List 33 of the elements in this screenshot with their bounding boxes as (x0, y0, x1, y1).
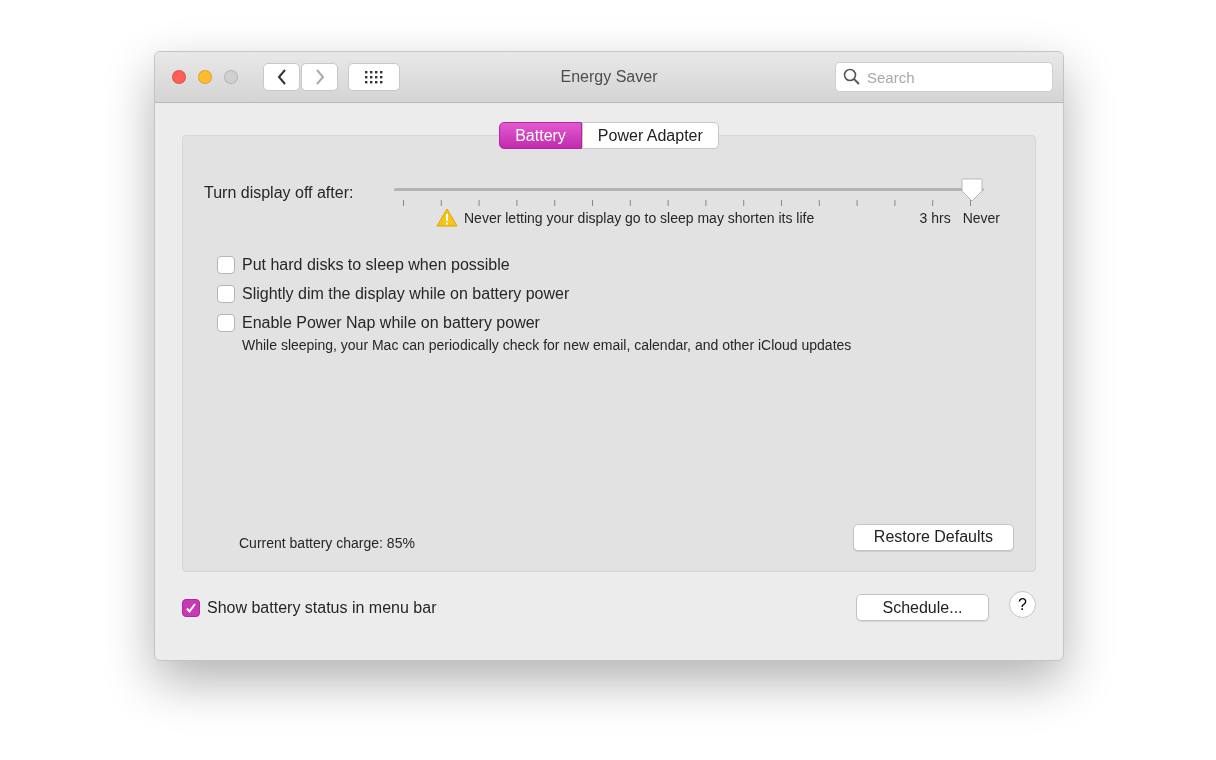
checkbox[interactable] (182, 598, 200, 617)
checkbox-label: Show battery status in menu bar (207, 598, 437, 617)
checkbox-label: Put hard disks to sleep when possible (242, 256, 510, 274)
search-field[interactable]: Search (835, 62, 1053, 92)
tab[interactable]: Battery (499, 122, 582, 149)
warning-icon (436, 208, 458, 227)
window-title: Energy Saver (559, 68, 659, 86)
minimize-button[interactable] (198, 70, 212, 84)
grid-icon (364, 70, 384, 84)
checkmark-icon (185, 601, 197, 614)
warning-text: Never letting your display go to sleep may shorten its life (464, 209, 815, 226)
checkbox-label: Slightly dim the display while on battery power (242, 285, 570, 303)
chevron-left-icon (276, 69, 287, 85)
checkbox[interactable] (217, 314, 235, 332)
checkbox[interactable] (217, 256, 235, 274)
option-note: While sleeping, your Mac can periodically check for new email, calendar, and other iCloud updates (242, 337, 853, 353)
checkbox[interactable] (217, 285, 235, 303)
restore-defaults-button[interactable]: Restore Defaults (852, 523, 1014, 551)
tick-label: 3 hrs (919, 209, 951, 226)
zoom-button[interactable] (224, 70, 238, 84)
slider-label: Turn display off after: (204, 184, 355, 202)
schedule-button[interactable]: Schedule... (856, 594, 989, 621)
back-button[interactable] (263, 63, 300, 91)
slider-thumb[interactable] (961, 178, 983, 202)
checkbox-label: Enable Power Nap while on battery power (242, 314, 540, 332)
search-icon (843, 68, 860, 85)
help-button[interactable]: ? (1009, 591, 1036, 618)
close-button[interactable] (172, 70, 186, 84)
battery-charge-text: Current battery charge: 85% (239, 535, 415, 551)
tick-label: Never (962, 209, 1000, 226)
show-all-button[interactable] (348, 63, 400, 91)
tab[interactable]: Power Adapter (581, 122, 719, 149)
chevron-right-icon (314, 69, 325, 85)
